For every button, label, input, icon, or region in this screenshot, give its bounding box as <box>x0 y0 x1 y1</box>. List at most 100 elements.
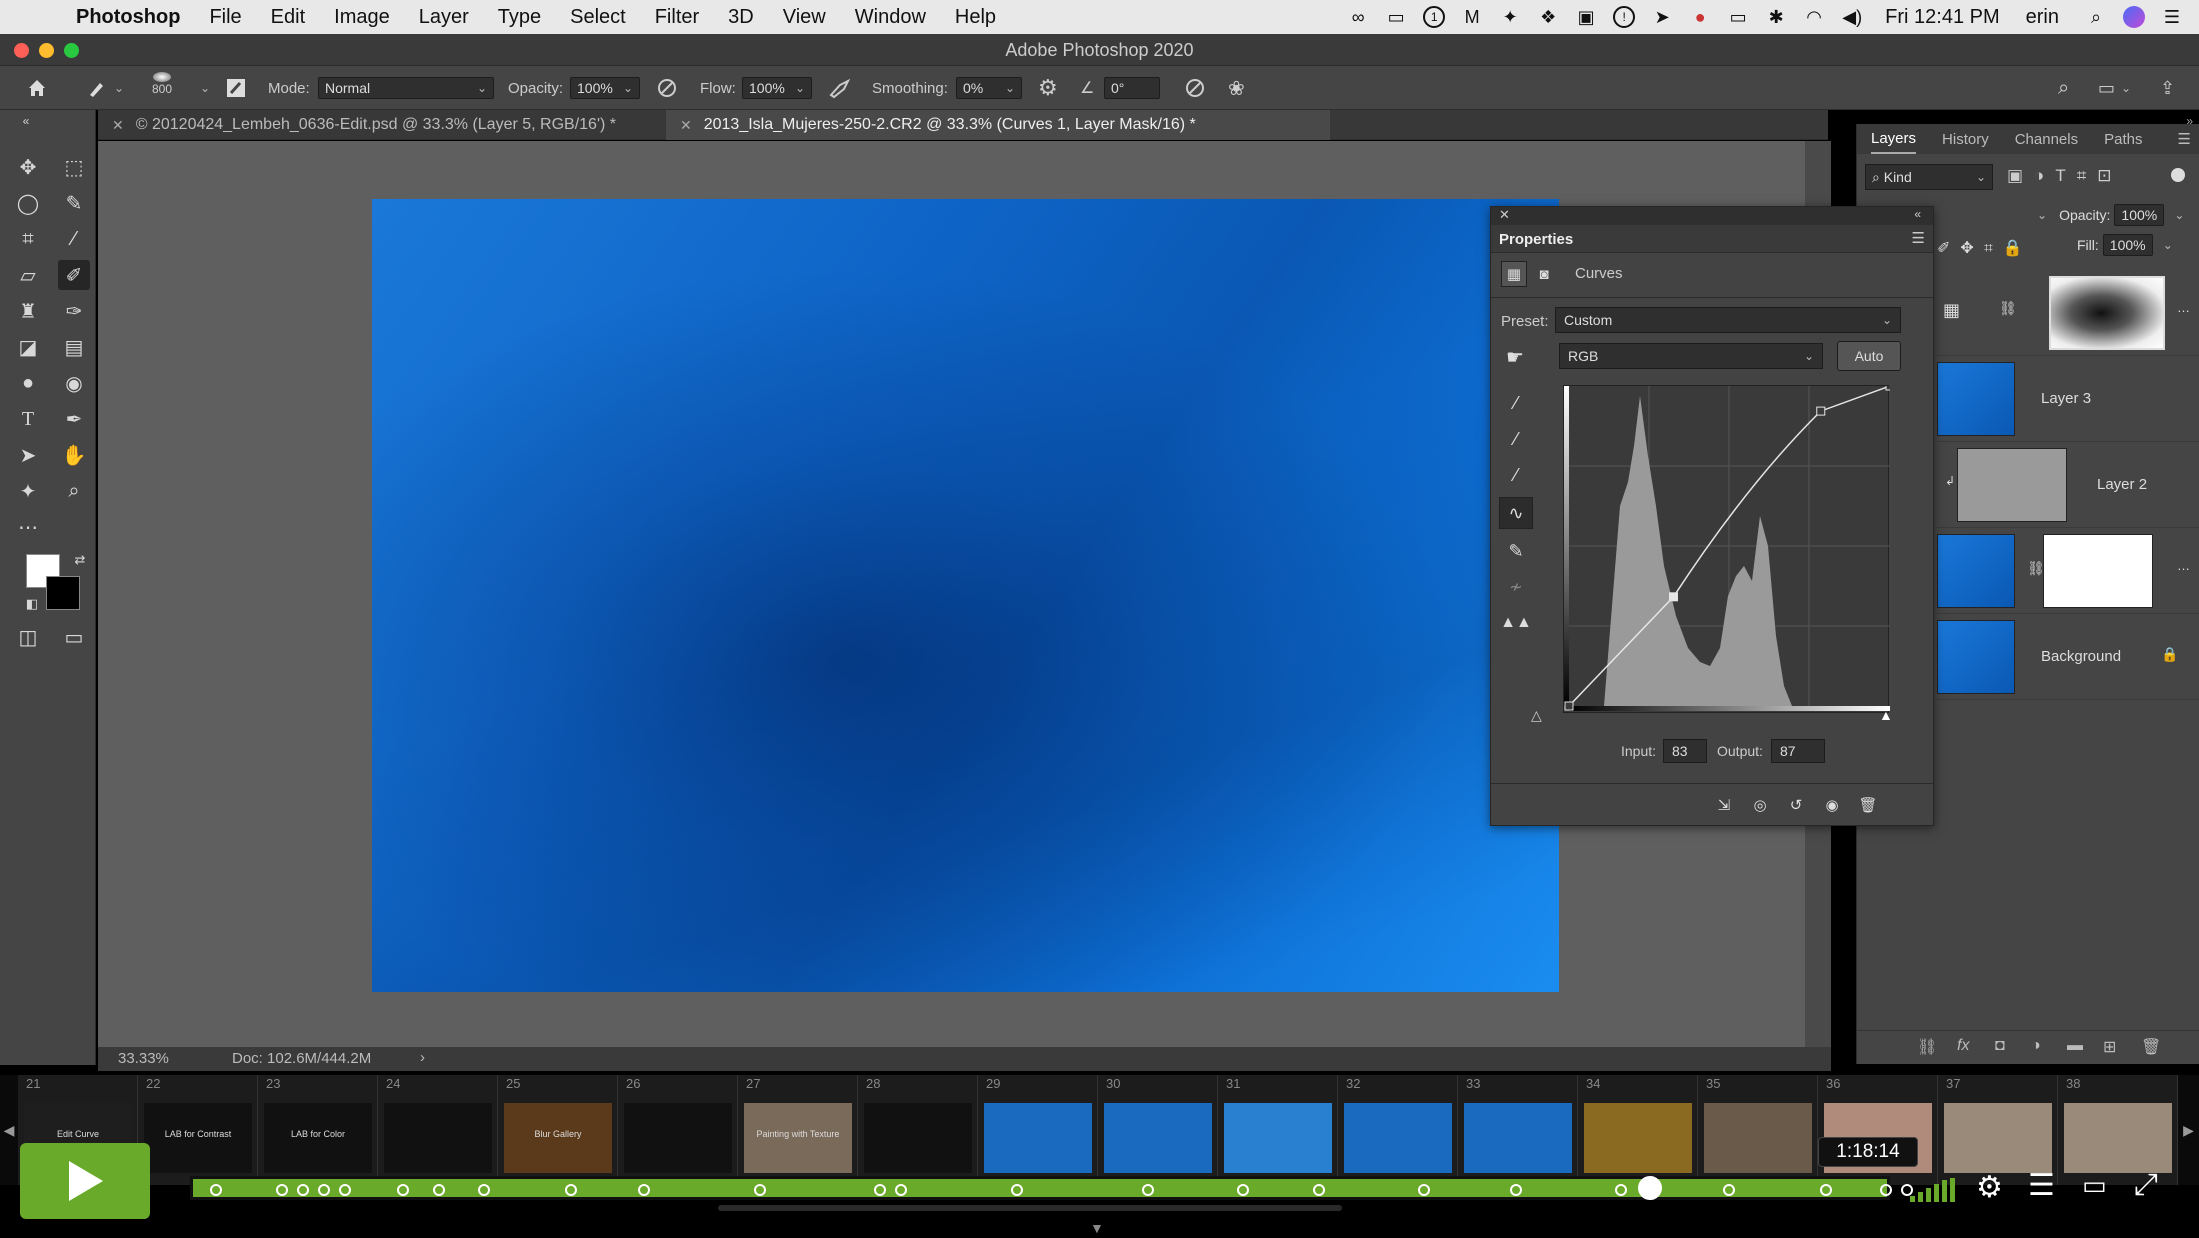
add-mask-icon[interactable]: ◘ <box>1995 1037 2005 1055</box>
curve-point[interactable] <box>1668 592 1678 602</box>
filmstrip-scrollbar[interactable] <box>718 1205 1342 1211</box>
chapter-marker[interactable] <box>1722 1184 1735 1196</box>
menu-window[interactable]: Window <box>855 6 926 29</box>
siri-icon[interactable] <box>2123 6 2145 28</box>
chapter-marker[interactable] <box>1312 1184 1325 1196</box>
close-icon[interactable]: ✕ <box>1499 207 1510 223</box>
input-field[interactable]: 83 <box>1663 739 1707 763</box>
layer-opacity-control[interactable]: ⌄ Opacity: 100% ⌄ <box>2031 204 2184 226</box>
layer-row-masked[interactable]: ⛓ … <box>1937 528 2199 614</box>
mode-select[interactable]: Normal ⌄ <box>318 76 494 100</box>
trash-icon[interactable]: 🗑 <box>2141 1037 2161 1057</box>
chapter-marker[interactable] <box>396 1184 409 1196</box>
chapter-thumbnail[interactable]: 29 <box>978 1075 1098 1185</box>
clone-stamp-tool-icon[interactable]: ♜ <box>12 296 44 326</box>
black-point-eyedropper-icon[interactable]: ⁄ <box>1501 389 1531 417</box>
panel-menu-icon[interactable]: ☰ <box>1912 229 1925 247</box>
smoothing-field[interactable]: 0% ⌄ <box>956 76 1022 100</box>
expand-panels-icon[interactable]: » <box>2186 114 2193 128</box>
tab-channels[interactable]: Channels <box>2015 126 2078 153</box>
spotlight-icon[interactable]: ⌕ <box>2085 6 2107 28</box>
collapse-toolbar-icon[interactable]: « <box>10 114 42 128</box>
menu-3d[interactable]: 3D <box>728 6 754 29</box>
angle-icon[interactable]: ∠ <box>1080 76 1094 100</box>
curve-point[interactable] <box>1885 381 1895 391</box>
menu-edit[interactable]: Edit <box>271 6 305 29</box>
creative-cloud-icon[interactable]: ∞ <box>1347 6 1369 28</box>
zoom-tool-icon[interactable]: ⌕ <box>58 476 90 506</box>
airbrush-icon[interactable] <box>828 76 852 100</box>
screen-mode-icon[interactable]: ▭ <box>58 622 90 652</box>
marquee-tool-icon[interactable]: ⬚ <box>58 152 90 182</box>
curve-point-tool-icon[interactable]: ∿ <box>1499 497 1533 529</box>
chapter-marker[interactable] <box>477 1184 490 1196</box>
settings-gear-icon[interactable]: ⚙ <box>1976 1170 2003 1205</box>
share-icon[interactable]: ⇪ <box>2160 76 2175 100</box>
lock-icons[interactable]: ✐✥⌗🔒 <box>1937 238 2033 258</box>
pen-tool-icon[interactable]: ✒ <box>58 404 90 434</box>
document-image[interactable] <box>372 199 1559 992</box>
dropbox-alt-icon[interactable]: ✦ <box>1499 6 1521 28</box>
curve-point[interactable] <box>1816 406 1826 416</box>
layer-filter-select[interactable]: ⌕ Kind ⌄ <box>1865 164 1993 190</box>
move-tool-icon[interactable]: ✥ <box>12 152 44 182</box>
curve-point[interactable] <box>1564 701 1574 711</box>
clip-to-layer-icon[interactable]: ⇲ <box>1709 791 1739 819</box>
tab-history[interactable]: History <box>1942 126 1989 153</box>
volume-bars-icon[interactable] <box>1910 1176 1958 1210</box>
eyedropper-tool-icon[interactable]: ⁄ <box>58 224 90 254</box>
menu-help[interactable]: Help <box>955 6 996 29</box>
chapter-marker[interactable] <box>317 1184 330 1196</box>
swap-colors-icon[interactable]: ⇄ <box>64 550 96 570</box>
chapter-thumbnail[interactable]: 31 <box>1218 1075 1338 1185</box>
brush-tool-icon[interactable]: ✐ <box>58 260 90 290</box>
menu-image[interactable]: Image <box>334 6 390 29</box>
output-field[interactable]: 87 <box>1771 739 1825 763</box>
default-colors-icon[interactable]: ◧ <box>16 594 48 614</box>
auto-button[interactable]: Auto <box>1837 341 1901 371</box>
lasso-tool-icon[interactable]: ◯ <box>12 188 44 218</box>
chapters-list-icon[interactable]: ☰ <box>2028 1168 2055 1203</box>
layer-filter-icons[interactable]: ▣◑T⌗⊡ <box>2007 166 2123 186</box>
path-selection-tool-icon[interactable]: ➤ <box>12 440 44 470</box>
close-tab-icon[interactable]: ✕ <box>680 117 692 134</box>
fx-icon[interactable]: fx <box>1957 1037 1969 1055</box>
play-button[interactable] <box>20 1143 150 1219</box>
chapter-marker[interactable] <box>564 1184 577 1196</box>
chapter-marker[interactable] <box>296 1184 309 1196</box>
app-menu[interactable]: Photoshop <box>76 6 180 29</box>
pressure-size-icon[interactable] <box>1184 76 1206 100</box>
home-icon[interactable] <box>26 76 48 100</box>
visibility-eye-icon[interactable]: ◉ <box>1817 791 1847 819</box>
history-brush-tool-icon[interactable]: ✑ <box>58 296 90 326</box>
chapter-marker[interactable] <box>1010 1184 1023 1196</box>
layer-row-curves[interactable]: ▦ ⛓ … <box>1937 270 2199 356</box>
close-tab-icon[interactable]: ✕ <box>112 117 124 134</box>
new-layer-icon[interactable]: ⊞ <box>2103 1037 2116 1057</box>
flow-field[interactable]: 100% ⌄ <box>742 76 812 100</box>
wifi-icon[interactable]: ◠ <box>1803 6 1825 28</box>
chapter-thumbnail[interactable]: 35 <box>1698 1075 1818 1185</box>
chapter-marker[interactable] <box>1880 1184 1893 1196</box>
menu-filter[interactable]: Filter <box>655 6 699 29</box>
chapter-thumbnail[interactable]: 23 LAB for Color <box>258 1075 378 1185</box>
chapter-marker[interactable] <box>338 1184 351 1196</box>
white-slider-icon[interactable]: ▲ <box>1879 707 1893 723</box>
crop-tool-icon[interactable]: ⌗ <box>12 224 44 254</box>
layer-mask-thumbnail[interactable] <box>2049 276 2165 350</box>
collapse-chevron-icon[interactable]: ▼ <box>1090 1220 1104 1236</box>
chapter-thumbnail[interactable]: 38 <box>2058 1075 2178 1185</box>
clipping-warning-icon[interactable]: ▲▲ <box>1500 609 1532 637</box>
chapter-thumbnail[interactable]: 34 <box>1578 1075 1698 1185</box>
fill-value[interactable]: 100% <box>2102 234 2153 256</box>
channel-select[interactable]: RGB ⌄ <box>1559 343 1823 369</box>
reset-icon[interactable]: ↺ <box>1781 791 1811 819</box>
user-name[interactable]: erin <box>2026 6 2059 29</box>
pressure-opacity-icon[interactable] <box>656 76 678 100</box>
zoom-level[interactable]: 33.33% <box>118 1050 169 1067</box>
delete-icon[interactable]: 🗑 <box>1853 791 1883 819</box>
filmstrip-left-arrow-icon[interactable]: ◀ <box>0 1075 18 1185</box>
chapter-thumbnail[interactable]: 33 <box>1458 1075 1578 1185</box>
search-icon[interactable]: ⌕ <box>2058 76 2069 100</box>
filter-toggle-icon[interactable] <box>2171 168 2185 182</box>
